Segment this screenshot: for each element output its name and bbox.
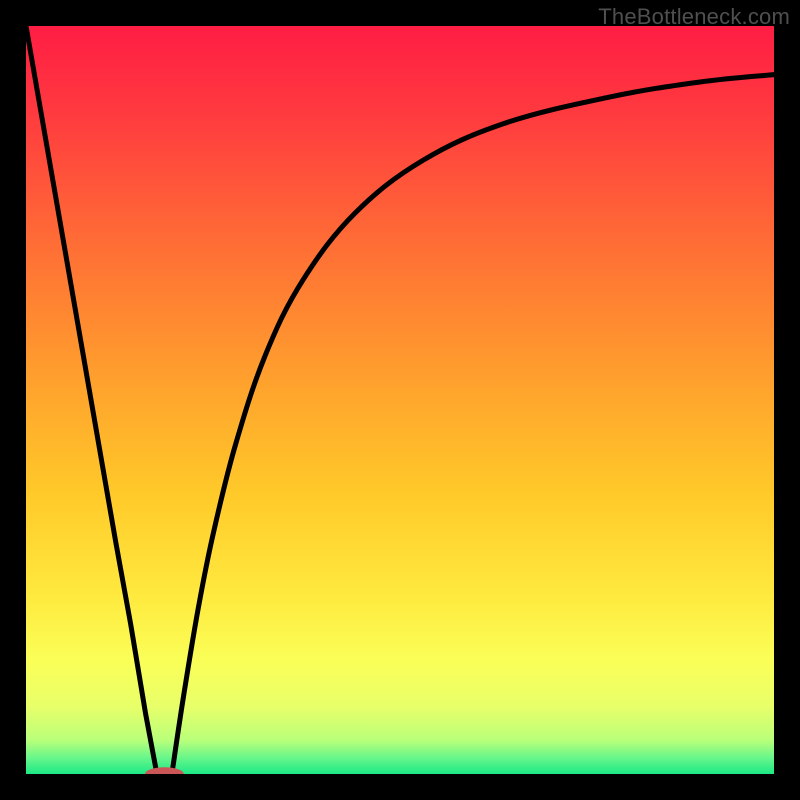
watermark-text: TheBottleneck.com (598, 4, 790, 30)
plot-area (26, 26, 774, 774)
chart-frame: TheBottleneck.com (0, 0, 800, 800)
chart-svg (26, 26, 774, 774)
